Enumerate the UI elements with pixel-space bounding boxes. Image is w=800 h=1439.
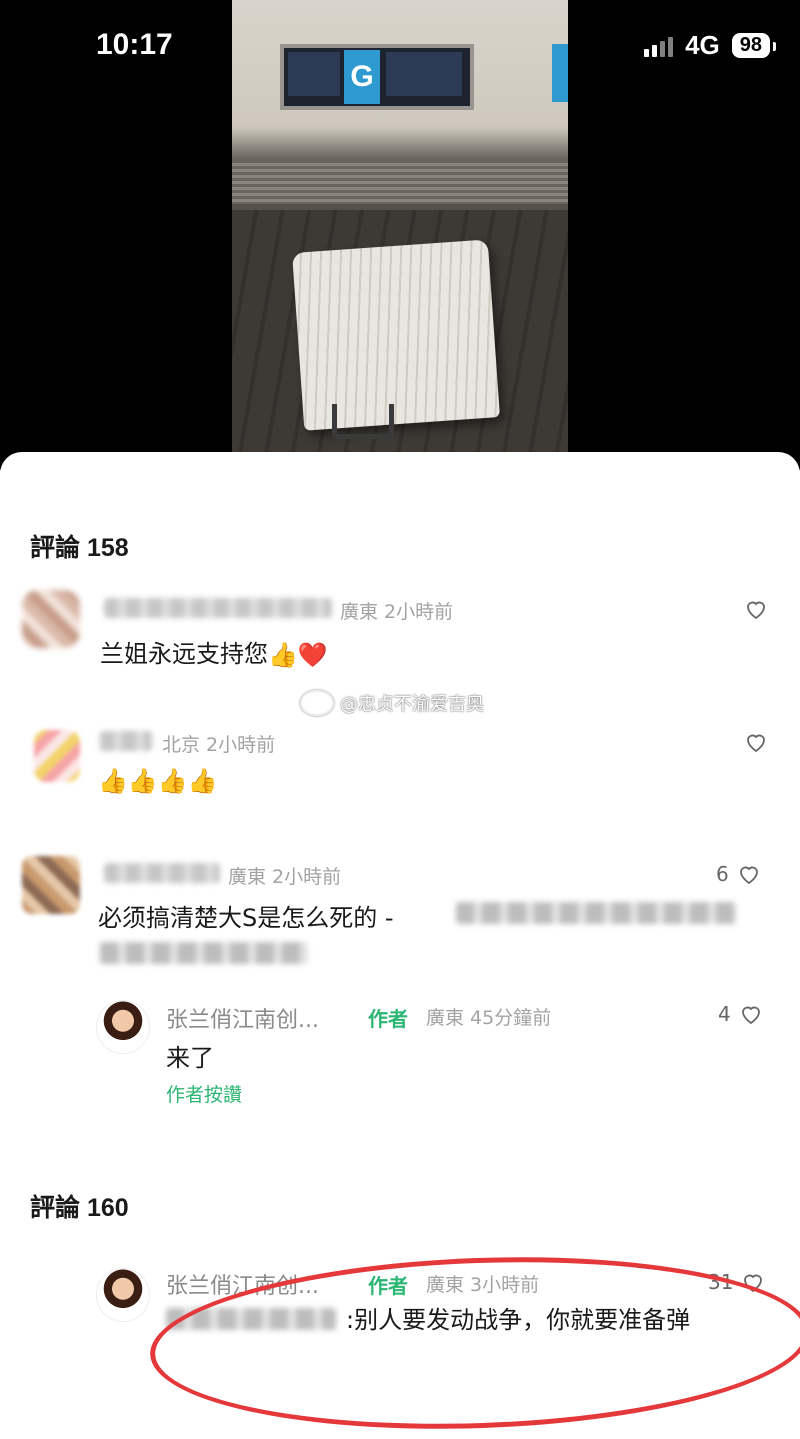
blurred-text [456, 902, 736, 924]
author-avatar[interactable] [96, 1268, 150, 1322]
author-name[interactable]: 张兰俏江南创... [166, 1002, 319, 1034]
signal-icon [644, 35, 674, 57]
comment-text: 兰姐永远支持您👍❤️ [100, 640, 328, 669]
comment-count-header: 評論 160 [30, 1194, 129, 1222]
author-tag: 作者 [368, 1007, 408, 1031]
suitcase [292, 239, 500, 431]
network-type: 4G [685, 30, 720, 60]
avatar[interactable] [22, 856, 80, 914]
heart-icon[interactable] [744, 597, 768, 621]
like-button[interactable]: 4 [718, 1002, 763, 1026]
status-time: 10:17 [96, 28, 173, 61]
comment-text: 👍👍👍👍 [98, 766, 218, 795]
comment-meta: 廣東 45分鐘前 [426, 1007, 552, 1029]
heart-icon[interactable] [744, 730, 768, 754]
username[interactable] [104, 598, 332, 618]
comment-count-header: 評論 158 [30, 534, 129, 562]
heart-icon [741, 1006, 760, 1025]
emoji: 👍❤️ [268, 641, 328, 669]
avatar[interactable] [22, 590, 80, 648]
blurred-text [100, 942, 308, 964]
video-frame: G [232, 0, 568, 452]
avatar[interactable] [34, 730, 80, 782]
comment-meta: 廣東 2小時前 [228, 866, 342, 888]
weibo-icon [300, 690, 334, 716]
comment-text: 必须搞清楚大S是怎么死的 - [98, 904, 394, 932]
weibo-watermark: @忠贞不渝爱吉奥 [300, 690, 484, 716]
author-avatar[interactable] [96, 1000, 150, 1054]
username[interactable] [104, 863, 220, 883]
reply-text: 来了 [166, 1044, 214, 1072]
like-button[interactable]: 6 [716, 862, 761, 886]
status-indicators: 4G 98 [644, 30, 777, 61]
comment-meta: 北京 2小時前 [162, 734, 276, 756]
gate-sign: G [280, 44, 474, 110]
battery-icon: 98 [731, 33, 777, 58]
like-count: 6 [716, 862, 729, 886]
heart-icon [739, 866, 758, 885]
author-liked-badge: 作者按讚 [166, 1084, 243, 1106]
emoji: 👍👍👍👍 [98, 767, 218, 795]
video-player[interactable]: G 10:17 4G 98 [0, 0, 800, 470]
like-count: 4 [718, 1002, 731, 1026]
comment-meta: 廣東 2小時前 [340, 601, 454, 623]
gate-letter: G [344, 50, 380, 104]
username[interactable] [100, 731, 152, 751]
